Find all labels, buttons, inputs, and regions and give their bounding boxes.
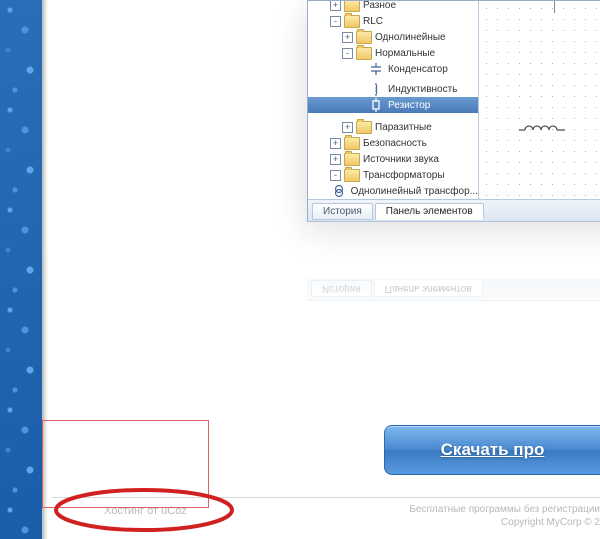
toggle-placeholder	[354, 85, 365, 94]
tree-item-label: Индуктивность	[388, 84, 457, 95]
expand-icon[interactable]: +	[330, 138, 341, 149]
tree-item-0[interactable]: + Разное	[308, 1, 478, 13]
folder-icon	[356, 31, 372, 44]
tree-item-label: Конденсатор	[388, 64, 448, 75]
tree-item-9[interactable]: + Источники звука	[308, 151, 478, 167]
left-shadow	[42, 0, 48, 539]
tree-panel[interactable]: + Разное - RLC + Однолинейные - Нормальные Конде…	[308, 1, 479, 199]
tree-item-label: Нормальные	[375, 48, 435, 59]
folder-icon	[344, 15, 360, 28]
folder-icon	[344, 1, 360, 12]
annotation-red-box	[42, 420, 209, 508]
tree-item-3[interactable]: - Нормальные	[308, 45, 478, 61]
cap-symbol-icon	[368, 62, 384, 76]
ruler-mark	[554, 1, 555, 13]
tab-elements-panel[interactable]: Панель элементов	[375, 203, 484, 220]
toggle-placeholder	[354, 65, 365, 74]
tree-item-4[interactable]: Конденсатор	[308, 61, 478, 77]
tree-item-1[interactable]: - RLC	[308, 13, 478, 29]
footer-divider	[52, 497, 600, 498]
ind-symbol-icon	[368, 82, 384, 96]
tree-item-label: Источники звука	[363, 154, 439, 165]
bottom-tabs: История Панель элементов	[308, 199, 600, 221]
tree-item-label: Безопасность	[363, 138, 427, 149]
footer-hosting-text: Хостинг от uCoz	[104, 505, 187, 517]
download-button[interactable]: Скачать про	[384, 425, 600, 475]
folder-icon	[356, 47, 372, 60]
app-window: + Разное - RLC + Однолинейные - Нормальные Конде…	[307, 0, 600, 222]
toggle-placeholder	[354, 101, 365, 110]
expand-icon[interactable]: +	[342, 32, 353, 43]
expand-icon[interactable]: +	[330, 1, 341, 11]
tree-item-6[interactable]: Резистор	[308, 97, 478, 113]
expand-icon[interactable]: +	[342, 122, 353, 133]
collapse-icon[interactable]: -	[330, 170, 341, 181]
collapse-icon[interactable]: -	[330, 16, 341, 27]
canvas-panel[interactable]	[479, 1, 600, 199]
folder-icon	[344, 153, 360, 166]
page-content: + Разное - RLC + Однолинейные - Нормальные Конде…	[42, 0, 600, 539]
tree-item-5[interactable]: Индуктивность	[308, 81, 478, 97]
folder-icon	[344, 137, 360, 150]
dot-grid	[479, 1, 600, 199]
tree-item-8[interactable]: + Безопасность	[308, 135, 478, 151]
canvas-inductor-symbol[interactable]	[519, 121, 569, 142]
res-symbol-icon	[368, 98, 384, 112]
tab-history[interactable]: История	[312, 203, 373, 220]
expand-icon[interactable]: +	[330, 154, 341, 165]
tree-item-11[interactable]: Однолинейный трансфор...	[308, 183, 478, 199]
tree-item-label: Однолинейные	[375, 32, 446, 43]
tree-item-label: Однолинейный трансфор...	[351, 186, 478, 197]
toggle-placeholder	[317, 187, 328, 196]
collapse-icon[interactable]: -	[342, 48, 353, 59]
tree-item-label: RLC	[363, 16, 383, 27]
water-background	[0, 0, 42, 539]
folder-icon	[356, 121, 372, 134]
tree-item-10[interactable]: - Трансформаторы	[308, 167, 478, 183]
window-reflection: История Панель элементов	[307, 221, 600, 301]
tree-item-label: Трансформаторы	[363, 170, 445, 181]
tree-item-7[interactable]: + Паразитные	[308, 119, 478, 135]
trans-symbol-icon	[331, 184, 347, 198]
tree-item-2[interactable]: + Однолинейные	[308, 29, 478, 45]
tree-item-label: Резистор	[388, 100, 430, 111]
folder-icon	[344, 169, 360, 182]
tree-item-label: Паразитные	[375, 122, 432, 133]
tree-item-label: Разное	[363, 1, 396, 11]
footer-copyright: Бесплатные программы без регистрации Cop…	[409, 503, 600, 529]
